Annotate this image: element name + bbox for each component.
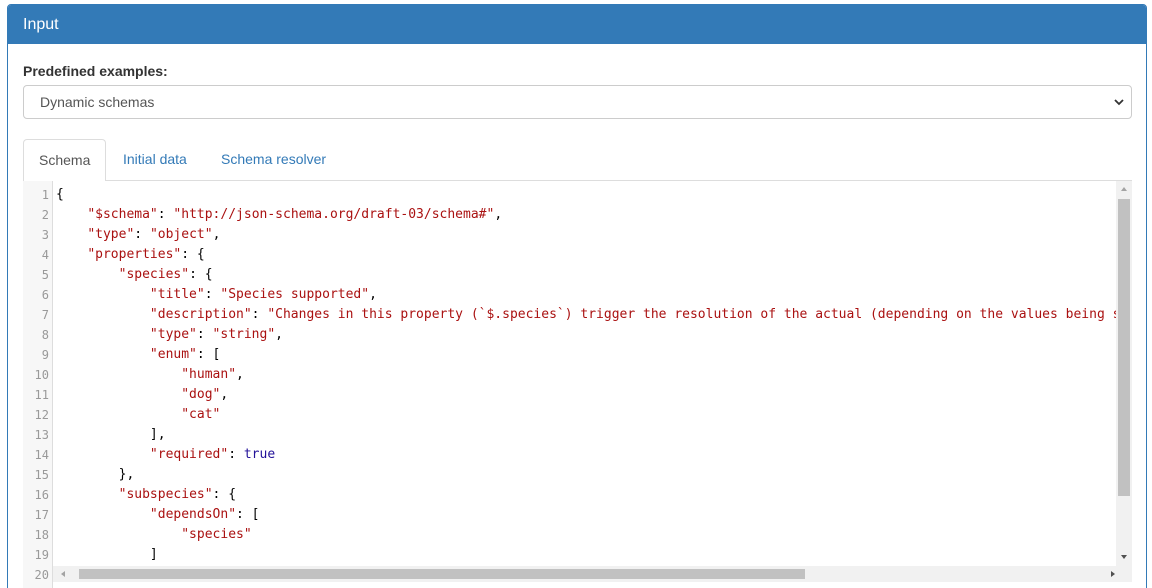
arrow-right-icon[interactable] (1109, 570, 1117, 578)
horizontal-scroll-thumb[interactable] (79, 569, 805, 579)
code-line: 12 "cat" (23, 405, 1113, 425)
code-text: "species" (181, 527, 252, 542)
line-number: 7 (41, 308, 49, 322)
line-number: 10 (34, 368, 49, 382)
panel-title: Input (8, 5, 1146, 44)
arrow-up-icon[interactable] (1120, 185, 1128, 193)
code-text: ] (56, 547, 158, 562)
code-text: "species": { (118, 267, 213, 282)
code-text: "required": true (149, 447, 276, 462)
line-number: 6 (41, 288, 49, 302)
tab-initial-data[interactable]: Initial data (108, 139, 202, 181)
line-number: 16 (34, 488, 49, 502)
code-text: "cat" (181, 407, 221, 422)
code-line: 19 ] (23, 545, 1113, 565)
line-number: 18 (34, 528, 49, 542)
tab-schema[interactable]: Schema (23, 139, 107, 182)
editor-tabs: Schema Initial data Schema resolver (23, 139, 1132, 182)
code-line: 6 "title": "Species supported", (23, 285, 1113, 305)
line-number: 20 (34, 568, 49, 582)
line-number: 8 (41, 328, 49, 342)
code-line: 17 "dependsOn": [ (23, 505, 1113, 525)
code-text: ], (56, 427, 166, 442)
vertical-scrollbar[interactable] (1116, 181, 1132, 566)
code-line: 5 "species": { (23, 265, 1113, 285)
code-line: 11 "dog", (23, 385, 1113, 405)
chevron-down-icon (1114, 99, 1124, 106)
code-line: 14 "required": true (23, 445, 1113, 465)
line-number: 11 (34, 388, 49, 402)
line-number: 15 (34, 468, 49, 482)
code-line: 7 "description": "Changes in this proper… (23, 305, 1132, 325)
arrow-down-icon[interactable] (1120, 553, 1128, 561)
code-editor[interactable]: 1{2 "$schema": "http://json-schema.org/d… (23, 181, 1132, 588)
predefined-examples-select[interactable]: Dynamic schemas (23, 85, 1132, 119)
code-text: "dependsOn": [ (149, 507, 260, 522)
code-text: "enum": [ (149, 347, 221, 362)
code-text: "properties": { (87, 247, 205, 262)
code-line: 15 }, (23, 465, 1113, 485)
code-line: 18 "species" (23, 525, 1113, 545)
line-number: 14 (34, 448, 49, 462)
line-number: 13 (34, 428, 49, 442)
code-line: 9 "enum": [ (23, 345, 1113, 365)
code-text: "human", (181, 367, 244, 382)
line-number: 2 (41, 208, 49, 222)
code-line: 16 "subspecies": { (23, 485, 1113, 505)
arrow-left-icon[interactable] (59, 570, 67, 578)
line-number: 17 (34, 508, 49, 522)
horizontal-scrollbar[interactable] (53, 566, 1132, 582)
input-panel: Input Predefined examples: Dynamic schem… (7, 4, 1147, 588)
code-line: 10 "human", (23, 365, 1113, 385)
code-text: }, (56, 467, 135, 482)
code-text: "title": "Species supported", (149, 287, 377, 302)
code-text: "type": "object", (87, 227, 221, 242)
code-text: "description": "Changes in this property… (149, 307, 1132, 322)
code-line: 3 "type": "object", (23, 225, 1113, 245)
code-text: { (56, 187, 64, 202)
code-line: 1{ (23, 185, 1113, 205)
code-text: "subspecies": { (118, 487, 237, 502)
tab-schema-resolver[interactable]: Schema resolver (206, 139, 341, 181)
select-value: Dynamic schemas (40, 94, 155, 110)
code-text: "type": "string", (149, 327, 283, 342)
line-number: 12 (34, 408, 49, 422)
line-number: 19 (34, 548, 49, 562)
line-number: 9 (41, 348, 49, 362)
line-number: 3 (41, 228, 49, 242)
code-line: 4 "properties": { (23, 245, 1113, 265)
line-number: 5 (41, 268, 49, 282)
vertical-scroll-thumb[interactable] (1118, 199, 1130, 496)
code-line: 8 "type": "string", (23, 325, 1113, 345)
code-text: "dog", (181, 387, 229, 402)
line-number: 1 (41, 188, 49, 202)
predefined-examples-label: Predefined examples: (23, 63, 168, 79)
code-line: 2 "$schema": "http://json-schema.org/dra… (23, 205, 1113, 225)
code-line: 13 ], (23, 425, 1113, 445)
line-number: 4 (41, 248, 49, 262)
code-text: "$schema": "http://json-schema.org/draft… (87, 207, 503, 222)
